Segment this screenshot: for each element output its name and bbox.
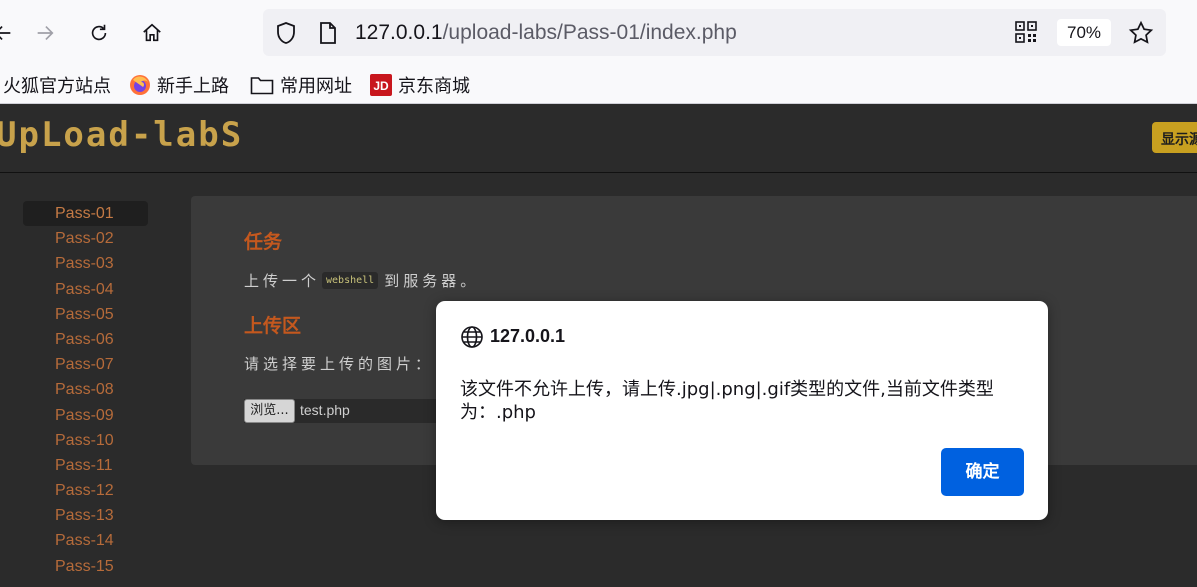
firefox-icon [129,74,151,96]
task-code: webshell [322,272,379,289]
task-heading: 任务 [244,231,283,253]
sidebar-item-pass-09[interactable]: Pass-09 [23,403,148,428]
ok-button[interactable]: 确定 [941,448,1024,496]
browser-toolbar: 127.0.0.1/upload-labs/Pass-01/index.php … [0,0,1197,66]
zoom-level-button[interactable]: 70% [1057,19,1111,46]
bookmark-label: 常用网址 [280,76,352,97]
site-logo[interactable]: UpLoad-labS [0,115,243,155]
sidebar-item-pass-08[interactable]: Pass-08 [23,377,148,402]
bookmark-label: 新手上路 [157,76,229,97]
url-host: 127.0.0.1 [355,21,443,44]
selected-file-name: test.php [300,402,350,418]
choose-image-label: 请选择要上传的图片： [244,355,435,373]
dialog-message: 该文件不允许上传，请上传.jpg|.png|.gif类型的文件,当前文件类型为：… [460,379,994,423]
sidebar-item-pass-03[interactable]: Pass-03 [23,251,148,276]
shield-icon[interactable] [275,21,297,45]
bookmark-jd[interactable]: JD 京东商城 [370,73,470,97]
url-text[interactable]: 127.0.0.1/upload-labs/Pass-01/index.php [355,19,737,46]
bookmark-firefox-official[interactable]: 火狐官方站点 [3,73,111,97]
star-icon[interactable] [1128,20,1154,46]
reload-icon [91,24,107,41]
reload-button[interactable] [82,16,116,50]
alert-dialog: 127.0.0.1 该文件不允许上传，请上传.jpg|.png|.gif类型的文… [436,301,1048,520]
sidebar-item-pass-13[interactable]: Pass-13 [23,503,148,528]
sidebar-item-pass-14[interactable]: Pass-14 [23,528,148,553]
sidebar-item-pass-15[interactable]: Pass-15 [23,554,148,579]
bookmark-common-sites[interactable]: 常用网址 [250,73,352,97]
qr-code-icon[interactable] [1015,21,1037,43]
task-prefix: 上传一个 [244,272,321,290]
bookmarks-bar: 火狐官方站点 新手上路 常用网址 JD 京东商城 [0,66,1197,104]
sidebar-item-pass-07[interactable]: Pass-07 [23,352,148,377]
forward-button[interactable] [28,16,62,50]
globe-icon [461,326,483,348]
file-input[interactable]: 浏览... test.php [244,399,444,423]
url-bar[interactable]: 127.0.0.1/upload-labs/Pass-01/index.php … [263,9,1166,56]
browse-button[interactable]: 浏览... [244,399,295,423]
page-icon[interactable] [318,21,338,45]
sidebar-item-pass-04[interactable]: Pass-04 [23,277,148,302]
svg-text:JD: JD [373,79,389,93]
sidebar-item-pass-12[interactable]: Pass-12 [23,478,148,503]
home-icon [143,23,161,42]
arrow-right-icon [37,25,54,41]
sidebar-item-pass-10[interactable]: Pass-10 [23,428,148,453]
task-suffix: 到服务器。 [384,272,480,290]
home-button[interactable] [135,16,169,50]
dialog-title: 127.0.0.1 [490,326,566,346]
upload-heading: 上传区 [244,315,302,337]
back-button[interactable] [0,16,20,50]
sidebar-item-pass-11[interactable]: Pass-11 [23,453,148,478]
sidebar-item-pass-05[interactable]: Pass-05 [23,302,148,327]
sidebar-item-pass-01[interactable]: Pass-01 [23,201,148,227]
arrow-left-icon [0,25,11,41]
url-path: /upload-labs/Pass-01/index.php [442,21,737,44]
pass-sidebar: Pass-01 Pass-02 Pass-03 Pass-04 Pass-05 … [23,201,148,579]
sidebar-item-pass-06[interactable]: Pass-06 [23,327,148,352]
bookmark-label: 京东商城 [398,76,470,97]
bookmark-getting-started[interactable]: 新手上路 [129,73,229,97]
jd-icon: JD [370,74,392,96]
folder-icon [250,75,274,95]
site-header: UpLoad-labS 显示源 [0,105,1197,173]
sidebar-item-pass-02[interactable]: Pass-02 [23,226,148,251]
show-source-button[interactable]: 显示源 [1152,122,1197,153]
bookmark-label: 火狐官方站点 [3,76,111,97]
task-description: 上传一个 webshell 到服务器。 [244,270,479,291]
